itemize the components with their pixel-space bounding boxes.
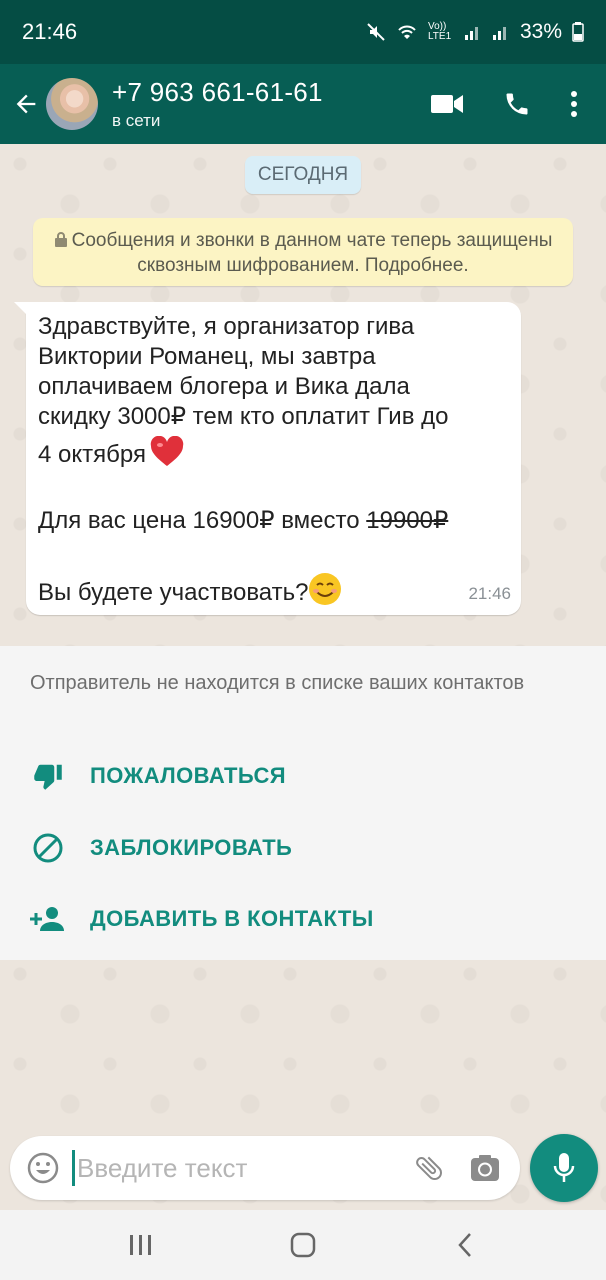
question-line: Вы будете участвовать?	[38, 572, 507, 608]
system-nav-bar	[0, 1210, 606, 1280]
incoming-message[interactable]: Здравствуйте, я организатор гива Виктори…	[14, 302, 521, 615]
battery-percent: 33%	[519, 20, 562, 43]
contact-status: в сети	[112, 111, 161, 130]
more-vert-icon	[571, 91, 577, 117]
video-call-icon	[431, 95, 463, 113]
recent-apps-icon	[130, 1235, 151, 1255]
signal-icon	[464, 27, 478, 40]
camera-button[interactable]	[457, 1136, 513, 1200]
message-line-with-emoji: 4 октября	[38, 436, 507, 470]
video-call-button[interactable]	[412, 64, 482, 144]
recent-apps-button[interactable]	[111, 1215, 171, 1275]
avatar[interactable]	[46, 78, 98, 130]
back-arrow-icon[interactable]	[6, 64, 46, 144]
message-line: оплачиваем блогера и Вика дала	[38, 373, 410, 400]
mic-icon	[553, 1153, 575, 1182]
mute-icon	[367, 23, 385, 41]
question-text: Вы будете участвовать?	[38, 579, 309, 606]
thumb-down-icon	[30, 758, 66, 794]
chat-area: СЕГОДНЯ Сообщения и звонки в данном чате…	[0, 144, 606, 1210]
attach-button[interactable]	[401, 1136, 457, 1200]
date-label: СЕГОДНЯ	[245, 156, 361, 194]
unknown-contact-panel: Отправитель не находится в списке ваших …	[0, 646, 606, 960]
contact-info[interactable]: +7 963 661-61-61 в сети	[112, 77, 412, 131]
more-options-button[interactable]	[552, 64, 596, 144]
signal-icon-2	[492, 27, 506, 40]
back-nav-button[interactable]	[435, 1215, 495, 1275]
encryption-notice[interactable]: Сообщения и звонки в данном чате теперь …	[33, 218, 573, 286]
message-time: 21:46	[468, 584, 511, 603]
status-icons: Vo)) LTE1 33%	[366, 20, 584, 44]
emoji-button[interactable]	[14, 1136, 72, 1200]
block-icon	[30, 830, 66, 866]
price-text: Для вас цена 16900₽ вместо	[38, 507, 367, 534]
message-line: Здравствуйте, я организатор гива	[38, 313, 415, 340]
home-button[interactable]	[273, 1215, 333, 1275]
phone-icon	[506, 93, 528, 115]
status-time: 21:46	[22, 19, 78, 44]
header-actions	[412, 64, 596, 144]
camera-icon	[471, 1155, 499, 1181]
message-line: Виктории Романец, мы завтра	[38, 343, 376, 370]
home-icon	[290, 1232, 316, 1258]
wifi-icon	[398, 25, 416, 39]
heart-emoji	[150, 436, 184, 466]
attach-icon	[416, 1156, 442, 1181]
mic-button[interactable]	[530, 1134, 598, 1202]
voice-call-button[interactable]	[482, 64, 552, 144]
add-contact-button[interactable]: ДОБАВИТЬ В КОНТАКТЫ	[30, 899, 374, 939]
report-label: ПОЖАЛОВАТЬСЯ	[90, 763, 287, 788]
smile-emoji	[309, 573, 342, 605]
emoji-icon	[27, 1152, 59, 1184]
network-label: Vo)) LTE1	[427, 21, 452, 42]
lock-icon	[54, 232, 67, 247]
add-contact-icon	[30, 901, 66, 937]
status-bar: 21:46 Vo)) LTE1 33%	[0, 0, 606, 64]
report-button[interactable]: ПОЖАЛОВАТЬСЯ	[30, 756, 286, 796]
battery-icon	[572, 22, 584, 42]
unknown-contact-notice: Отправитель не находится в списке ваших …	[30, 672, 525, 694]
message-input[interactable]	[77, 1152, 377, 1184]
block-button[interactable]: ЗАБЛОКИРОВАТЬ	[30, 828, 292, 868]
chat-header: +7 963 661-61-61 в сети	[0, 64, 606, 144]
add-contact-label: ДОБАВИТЬ В КОНТАКТЫ	[90, 906, 374, 931]
block-label: ЗАБЛОКИРОВАТЬ	[90, 835, 293, 860]
encryption-notice-text: Сообщения и звонки в данном чате теперь …	[71, 230, 553, 276]
back-nav-icon	[458, 1233, 471, 1257]
old-price: 19900₽	[366, 507, 449, 534]
contact-name: +7 963 661-61-61	[112, 77, 323, 107]
message-line: 4 октября	[38, 441, 146, 468]
text-cursor	[72, 1150, 75, 1186]
message-input-bar	[10, 1136, 520, 1200]
price-line: Для вас цена 16900₽ вместо 19900₽	[38, 506, 507, 536]
message-line: скидку 3000₽ тем кто оплатит Гив до	[38, 403, 449, 430]
